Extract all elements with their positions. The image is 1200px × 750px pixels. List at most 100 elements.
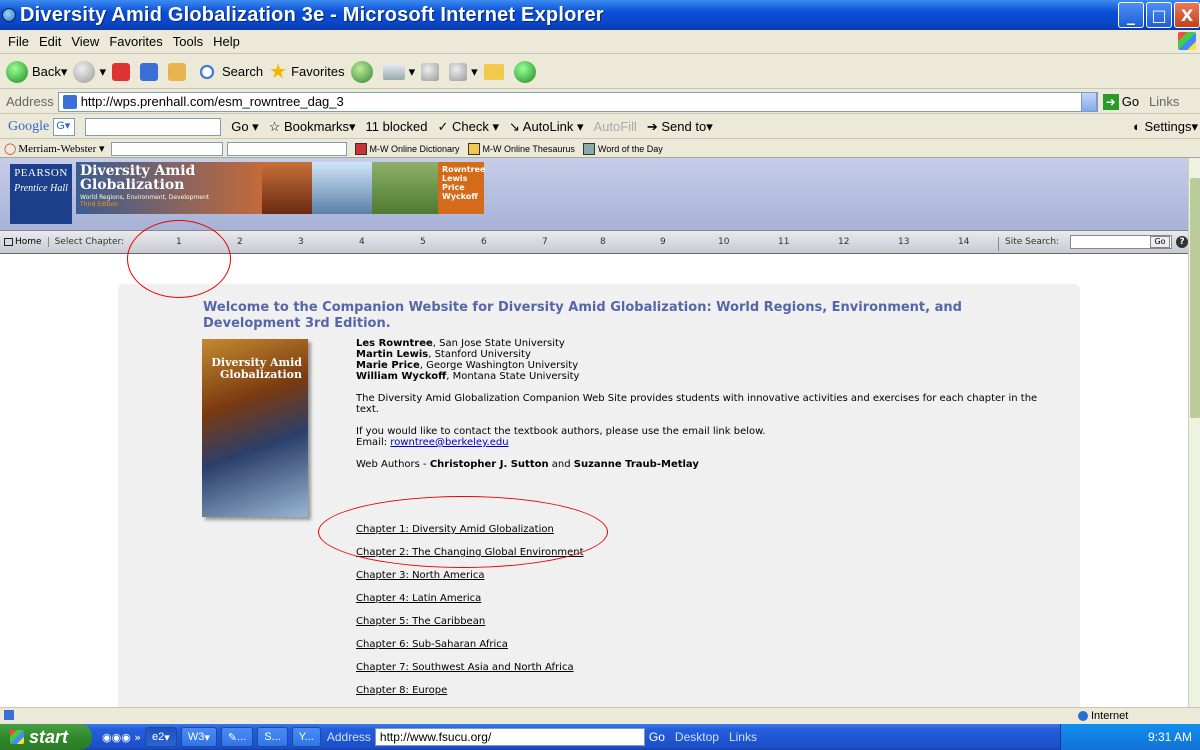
chapter-link-5[interactable]: Chapter 5: The Caribbean — [356, 616, 756, 639]
edit-button[interactable]: ▾ — [449, 62, 478, 81]
send-to-button[interactable]: ➔ Send to▾ — [647, 119, 713, 135]
menu-file[interactable]: File — [8, 34, 29, 49]
windows-logo-icon — [1178, 32, 1196, 50]
go-button[interactable]: ➜ Go — [1102, 93, 1139, 110]
menu-help[interactable]: Help — [213, 34, 240, 49]
google-go-button[interactable]: Go ▾ — [231, 119, 258, 135]
taskbar-links-toolbar[interactable]: Links — [729, 730, 757, 744]
calendar-icon — [582, 142, 595, 155]
chapter-link-4[interactable]: 4 — [359, 237, 365, 247]
taskbar-desktop-toolbar[interactable]: Desktop — [675, 730, 719, 744]
menu-favorites[interactable]: Favorites — [109, 34, 162, 49]
dictionary-icon — [354, 142, 367, 155]
search-button[interactable]: Search — [195, 60, 264, 83]
chapter-link-5[interactable]: 5 — [420, 237, 426, 247]
maximize-button[interactable]: □ — [1146, 2, 1172, 28]
google-menu-button[interactable]: G▾ — [53, 117, 76, 136]
mw-thesaurus-link[interactable]: M-W Online Thesaurus — [467, 142, 575, 155]
chapter-link-1[interactable]: 1 — [176, 237, 182, 247]
taskbar-y-window[interactable]: Y... — [291, 727, 321, 747]
search-label: Search — [221, 64, 264, 79]
banner-authors: Rowntree Lewis Price Wyckoff — [438, 162, 485, 214]
address-bar: Address http://wps.prenhall.com/esm_rown… — [0, 90, 1200, 114]
history-button[interactable] — [350, 60, 377, 83]
chapter-link-4[interactable]: Chapter 4: Latin America — [356, 593, 756, 616]
forward-button[interactable]: ▾ — [73, 60, 106, 83]
mw-search-input[interactable] — [110, 141, 223, 156]
chapter-link-12[interactable]: 12 — [838, 237, 849, 247]
chapter-link-9[interactable]: 9 — [660, 237, 666, 247]
autolink-button[interactable]: ↘ AutoLink ▾ — [509, 119, 584, 135]
mw-dictionary-link[interactable]: M-W Online Dictionary — [354, 142, 460, 155]
security-zone: Internet — [1078, 710, 1128, 722]
google-search-input[interactable] — [85, 117, 222, 136]
google-bookmarks-button[interactable]: ☆ Bookmarks▾ — [269, 119, 356, 135]
home-button[interactable] — [167, 62, 190, 81]
address-input[interactable]: http://wps.prenhall.com/esm_rowntree_dag… — [57, 91, 1098, 112]
home-icon — [167, 62, 186, 81]
taskbar-ie-group[interactable]: e 2 ▾ — [145, 727, 177, 747]
messenger-icon — [513, 60, 536, 83]
start-button[interactable]: start — [0, 724, 92, 750]
stop-button[interactable] — [111, 62, 134, 81]
clock[interactable]: 9:31 AM — [1148, 730, 1192, 744]
chapter-link-13[interactable]: 13 — [898, 237, 909, 247]
chapter-link-7[interactable]: 7 — [542, 237, 548, 247]
chapter-link-7[interactable]: Chapter 7: Southwest Asia and North Afri… — [356, 662, 756, 685]
google-logo[interactable]: Google — [8, 119, 49, 135]
menu-edit[interactable]: Edit — [39, 34, 61, 49]
chapter-link-11[interactable]: 11 — [778, 237, 789, 247]
chapter-link-2[interactable]: 2 — [237, 237, 243, 247]
messenger-button[interactable] — [513, 60, 540, 83]
chapter-link-3[interactable]: Chapter 3: North America — [356, 570, 756, 593]
minimize-button[interactable]: _ — [1118, 2, 1144, 28]
folder-button[interactable] — [483, 63, 508, 80]
email-link[interactable]: rowntree@berkeley.edu — [390, 437, 508, 448]
site-search-go-button[interactable]: Go — [1150, 236, 1170, 248]
chapter-link-8[interactable]: 8 — [600, 237, 606, 247]
chapter-link-3[interactable]: 3 — [298, 237, 304, 247]
taskbar-s-window[interactable]: S... — [257, 727, 288, 747]
home-icon — [4, 238, 13, 246]
mail-button[interactable]: ▾ — [382, 63, 415, 80]
mw-word-of-day-link[interactable]: Word of the Day — [582, 142, 663, 155]
taskbar-word-group[interactable]: W 3 ▾ — [180, 727, 217, 747]
autofill-button[interactable]: AutoFill — [594, 119, 637, 134]
menu-tools[interactable]: Tools — [173, 34, 203, 49]
chapter-link-6[interactable]: Chapter 6: Sub-Saharan Africa — [356, 639, 756, 662]
scrollbar-thumb[interactable] — [1190, 178, 1200, 418]
address-dropdown-button[interactable] — [1080, 91, 1097, 112]
taskbar-address-input[interactable]: http://www.fsucu.org/ — [374, 728, 645, 746]
spell-check-button[interactable]: ✓ Check ▾ — [437, 119, 499, 135]
chapter-link-10[interactable]: 10 — [718, 237, 729, 247]
chapter-link-6[interactable]: 6 — [481, 237, 487, 247]
chapter-link-14[interactable]: 14 — [958, 237, 969, 247]
popup-blocker-button[interactable]: 11 blocked — [366, 119, 428, 134]
settings-button[interactable]: ◐ Settings▾ — [1133, 119, 1198, 135]
close-button[interactable]: X — [1174, 2, 1200, 28]
quick-launch[interactable]: ◉◉◉ » — [102, 731, 141, 744]
chapter-link-8[interactable]: Chapter 8: Europe — [356, 685, 756, 707]
mw-dropdown[interactable] — [226, 141, 347, 156]
forward-arrow-icon — [73, 60, 96, 83]
ie-icon — [2, 8, 16, 22]
mw-menu-button[interactable]: Merriam-Webster ▾ — [4, 142, 104, 155]
taskbar-paint[interactable]: ✎ ... — [220, 727, 254, 747]
vertical-scrollbar[interactable] — [1188, 158, 1200, 707]
site-search-label: Site Search: — [998, 237, 1059, 251]
home-link[interactable]: Home — [4, 237, 49, 247]
thesaurus-icon — [467, 142, 480, 155]
taskbar-go-button[interactable]: Go — [649, 730, 665, 744]
pearson-logo[interactable]: PEARSON Prentice Hall — [10, 164, 72, 224]
select-chapter-label: Select Chapter: — [54, 237, 125, 247]
print-button[interactable] — [421, 62, 443, 81]
links-button[interactable]: Links — [1149, 94, 1179, 109]
taskbar-address-label: Address — [326, 730, 371, 744]
favorites-button[interactable]: ★ Favorites — [269, 59, 344, 84]
menu-view[interactable]: View — [71, 34, 99, 49]
back-button[interactable]: Back ▾ — [6, 60, 67, 83]
chapter-link-2[interactable]: Chapter 2: The Changing Global Environme… — [356, 547, 756, 570]
chapter-link-1[interactable]: Chapter 1: Diversity Amid Globalization — [356, 524, 756, 547]
refresh-button[interactable] — [139, 62, 162, 81]
help-icon[interactable]: ? — [1176, 236, 1188, 248]
